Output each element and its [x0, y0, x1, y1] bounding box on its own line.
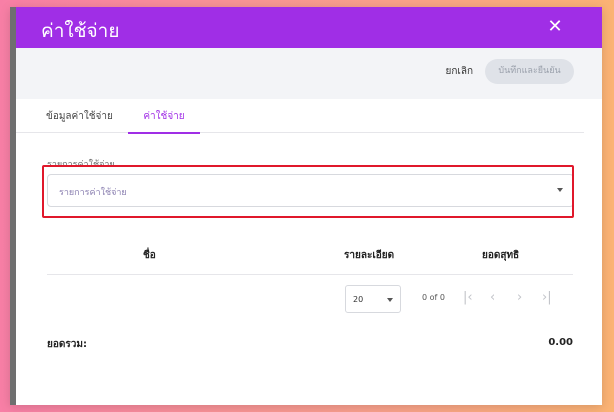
total-value: 0.00: [548, 337, 573, 348]
save-confirm-button[interactable]: บันทึกและยืนยัน: [485, 59, 574, 84]
expense-dialog: ค่าใช้จ่าย ✕ ยกเลิก บันทึกและยืนยัน ข้อม…: [10, 7, 602, 405]
action-bar: ยกเลิก บันทึกและยืนยัน: [16, 48, 602, 99]
dialog-header: ค่าใช้จ่าย ✕: [16, 7, 602, 48]
chevron-down-icon: [387, 298, 393, 302]
expense-select[interactable]: รายการค่าใช้จ่าย: [47, 174, 574, 207]
last-page-icon[interactable]: ›|: [542, 290, 552, 305]
page-size-select[interactable]: 20: [345, 285, 401, 313]
first-page-icon[interactable]: |‹: [463, 290, 473, 305]
tab-expense-info[interactable]: ข้อมูลค่าใช้จ่าย: [46, 109, 113, 133]
page-range: 0 of 0: [422, 293, 445, 302]
expense-field-label: รายการค่าใช้จ่าย: [47, 160, 115, 170]
tab-bar: ข้อมูลค่าใช้จ่าย ค่าใช้จ่าย: [16, 107, 584, 134]
cancel-button[interactable]: ยกเลิก: [445, 64, 473, 79]
chevron-down-icon: [557, 188, 563, 192]
column-header-name: ชื่อ: [143, 250, 156, 261]
pagination: 20 0 of 0 |‹ ‹ › ›|: [345, 285, 585, 315]
total-label: ยอดรวม:: [47, 339, 87, 350]
expense-select-placeholder: รายการค่าใช้จ่าย: [59, 188, 127, 198]
dialog-title: ค่าใช้จ่าย: [41, 20, 120, 42]
prev-page-icon[interactable]: ‹: [490, 290, 495, 305]
table-header: ชื่อ รายละเอียด ยอดสุทธิ: [47, 245, 573, 275]
next-page-icon[interactable]: ›: [517, 290, 522, 305]
close-icon[interactable]: ✕: [544, 16, 566, 38]
column-header-net-amount: ยอดสุทธิ: [482, 250, 520, 261]
column-header-detail: รายละเอียด: [344, 250, 395, 261]
tab-expenses[interactable]: ค่าใช้จ่าย: [128, 109, 200, 134]
page-size-value: 20: [353, 295, 364, 304]
